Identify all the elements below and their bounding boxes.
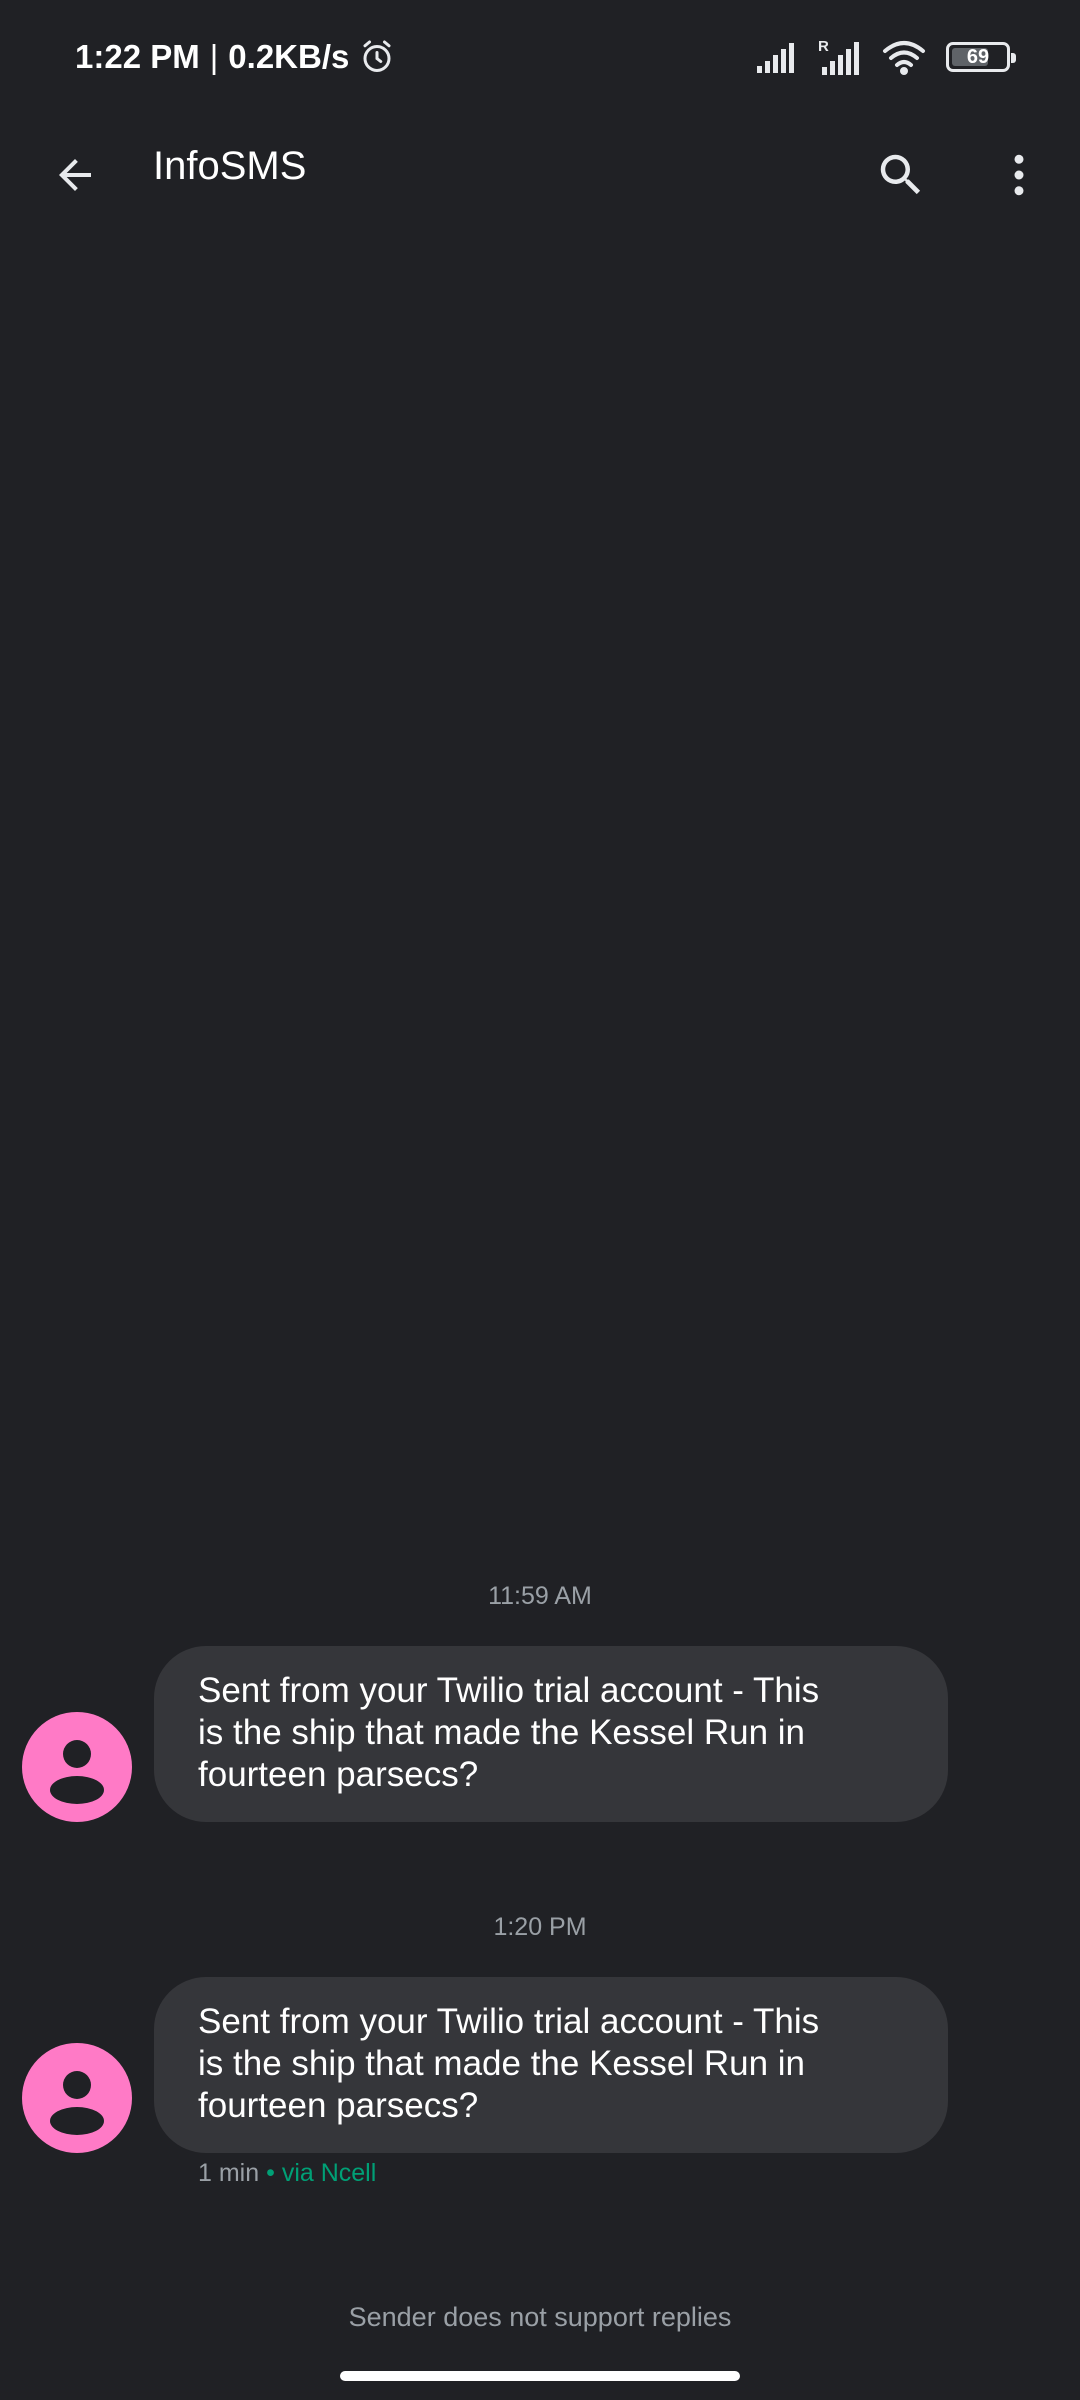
message-bubble[interactable]: Sent from your Twilio trial account - Th… <box>154 1977 948 2153</box>
back-button[interactable] <box>40 140 110 210</box>
sender-avatar[interactable] <box>22 1712 132 1822</box>
signal-icon <box>756 40 798 74</box>
back-arrow-icon <box>59 159 91 191</box>
message-meta: 1 min • via Ncell <box>198 2159 376 2188</box>
network-speed: 0.2KB/s <box>228 38 350 75</box>
message-timestamp: 1:20 PM <box>493 1913 587 1941</box>
no-reply-notice: Sender does not support replies <box>348 2302 732 2332</box>
meta-dot: • <box>266 2159 275 2187</box>
battery-level: 69 <box>966 45 990 68</box>
more-vert-icon <box>1014 154 1024 196</box>
app-bar: InfoSMS <box>0 120 1080 220</box>
battery-icon: 69 <box>946 42 1016 72</box>
conversation-title: InfoSMS <box>153 144 307 188</box>
more-options-button[interactable] <box>984 140 1054 210</box>
message-bubble[interactable]: Sent from your Twilio trial account - Th… <box>154 1646 948 1822</box>
search-icon <box>880 154 921 195</box>
sender-avatar[interactable] <box>22 2043 132 2153</box>
carrier-label: via Ncell <box>281 2159 377 2187</box>
home-indicator[interactable] <box>340 2371 740 2381</box>
status-left: 1:22 PM | 0.2KB/s <box>75 38 395 76</box>
status-separator: | <box>209 38 219 75</box>
roaming-signal-icon: R <box>818 38 862 76</box>
search-button[interactable] <box>866 140 936 210</box>
status-right: R 69 <box>756 38 1016 76</box>
person-icon <box>50 1740 104 1804</box>
message-age: 1 min <box>198 2159 260 2187</box>
person-icon <box>50 2071 104 2135</box>
status-time: 1:22 PM <box>75 38 200 75</box>
wifi-icon <box>882 39 926 75</box>
message-timestamp: 11:59 AM <box>488 1582 592 1610</box>
status-bar: 1:22 PM | 0.2KB/s R 69 <box>0 0 1080 120</box>
svg-text:R: R <box>818 38 829 55</box>
alarm-icon <box>359 39 395 75</box>
